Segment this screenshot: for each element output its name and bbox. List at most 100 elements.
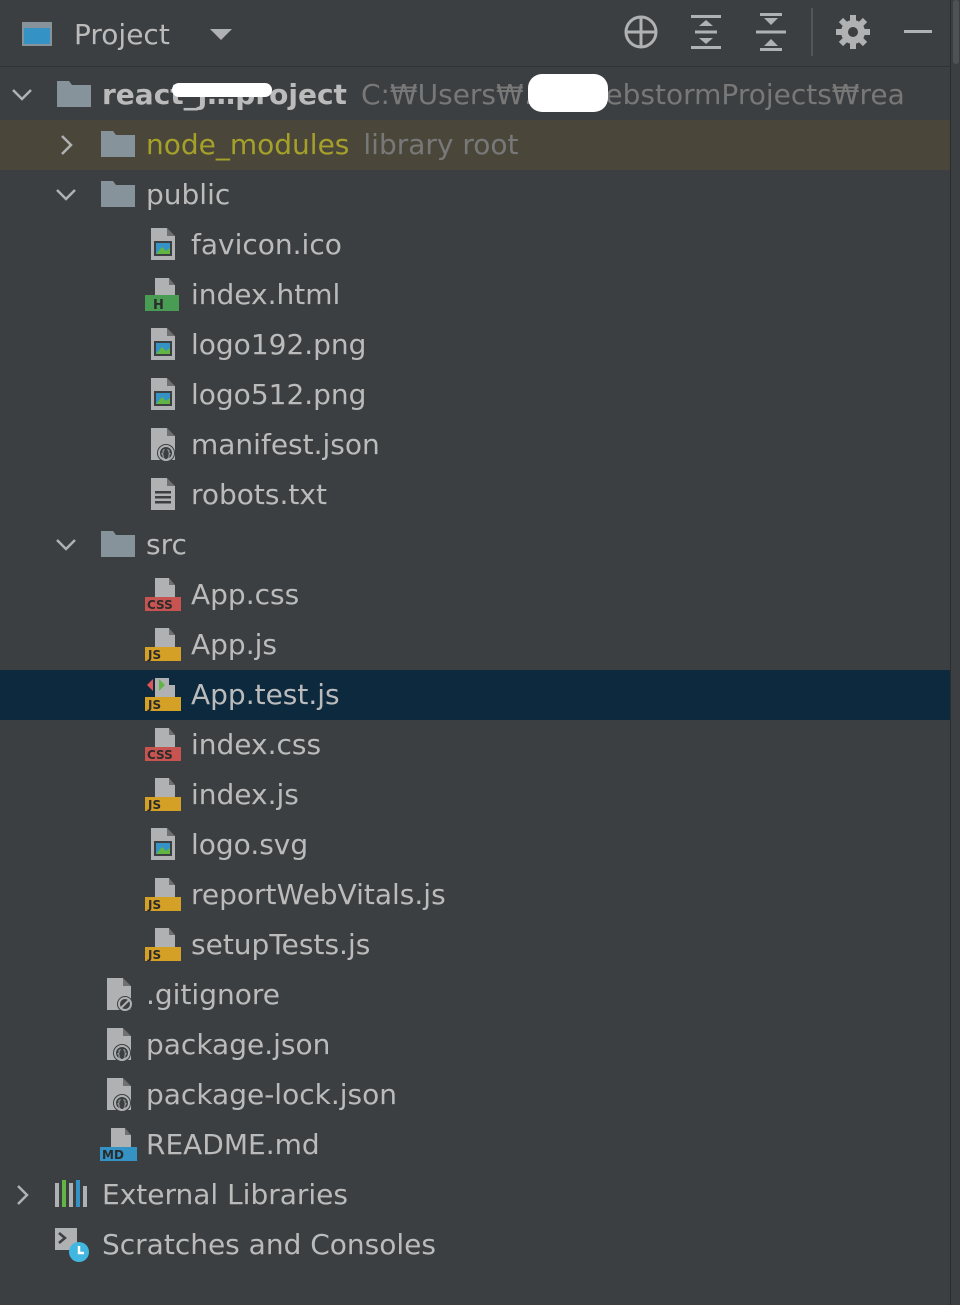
scratches-icon — [53, 1227, 91, 1263]
tree-row-file[interactable]: logo.svg — [0, 820, 950, 870]
scrollbar-thumb[interactable] — [953, 0, 959, 64]
tree-row-src[interactable]: src — [0, 520, 950, 570]
file-label: logo.svg — [191, 828, 309, 861]
tree-row-file[interactable]: MD README.md — [0, 1120, 950, 1170]
file-label: logo192.png — [191, 328, 367, 361]
project-view-selector[interactable]: Project — [22, 14, 232, 54]
json-file-icon — [99, 1077, 137, 1113]
gear-icon[interactable] — [831, 10, 875, 54]
folder-label: src — [146, 528, 187, 561]
file-label: package.json — [146, 1028, 331, 1061]
file-label: App.css — [191, 578, 300, 611]
folder-icon — [99, 127, 137, 163]
js-file-icon: JS — [145, 627, 181, 662]
scratches-label: Scratches and Consoles — [102, 1228, 436, 1261]
markdown-file-icon: MD — [100, 1127, 137, 1162]
expand-all-icon[interactable] — [684, 10, 728, 54]
tool-window-title: Project — [74, 17, 170, 51]
image-file-icon — [143, 377, 181, 413]
folder-icon — [55, 77, 93, 113]
js-file-icon: JS — [145, 927, 181, 962]
file-label: reportWebVitals.js — [191, 878, 446, 911]
file-label: App.test.js — [191, 678, 340, 711]
html-file-icon: H — [145, 277, 179, 313]
file-label: index.css — [191, 728, 322, 761]
js-badge-text: JS — [147, 948, 161, 962]
tree-row-file[interactable]: robots.txt — [0, 470, 950, 520]
tree-row-file[interactable]: package.json — [0, 1020, 950, 1070]
collapse-all-icon[interactable] — [749, 10, 793, 54]
tree-row-public[interactable]: public — [0, 170, 950, 220]
file-label: manifest.json — [191, 428, 380, 461]
project-tool-window-header: Project — [0, 0, 950, 67]
tree-row-project-root[interactable]: react_j…projectC:₩Users₩…₩WebstormProjec… — [0, 70, 950, 120]
chevron-down-icon[interactable] — [8, 81, 36, 109]
tree-row-file[interactable]: .gitignore — [0, 970, 950, 1020]
library-root-tag: library root — [363, 128, 519, 161]
file-label: App.js — [191, 628, 277, 661]
css-file-icon: CSS — [145, 727, 181, 762]
toolbar-separator — [811, 8, 813, 56]
redaction-mark — [172, 83, 272, 97]
css-badge-text: CSS — [147, 748, 173, 762]
chevron-down-icon[interactable] — [52, 531, 80, 559]
tree-row-file[interactable]: package-lock.json — [0, 1070, 950, 1120]
project-root-path: C:₩Users₩…₩WebstormProjects₩rea — [360, 78, 905, 111]
minimize-icon[interactable] — [896, 10, 940, 54]
tree-row-file[interactable]: JS setupTests.js — [0, 920, 950, 970]
tree-row-file[interactable]: logo192.png — [0, 320, 950, 370]
image-file-icon — [143, 327, 181, 363]
node-modules-label: node_modules library root — [146, 127, 519, 163]
window-icon — [22, 22, 52, 46]
tree-row-file[interactable]: CSS index.css — [0, 720, 950, 770]
json-file-icon — [143, 427, 181, 463]
tree-row-file[interactable]: favicon.ico — [0, 220, 950, 270]
html-badge-text: H — [153, 298, 164, 313]
tree-row-scratches[interactable]: Scratches and Consoles — [0, 1220, 950, 1270]
tree-row-file-selected[interactable]: JS App.test.js — [0, 670, 950, 720]
tree-row-node-modules[interactable]: node_modules library root — [0, 120, 950, 170]
js-badge-text: JS — [147, 898, 161, 912]
tree-row-file[interactable]: JS index.js — [0, 770, 950, 820]
external-libraries-label: External Libraries — [102, 1178, 348, 1211]
file-label: robots.txt — [191, 478, 327, 511]
vertical-scrollbar[interactable] — [950, 0, 960, 1305]
file-label: favicon.ico — [191, 228, 342, 261]
text-file-icon — [143, 477, 181, 513]
project-tree: react_j…projectC:₩Users₩…₩WebstormProjec… — [0, 70, 950, 1270]
tree-row-external-libraries[interactable]: External Libraries — [0, 1170, 950, 1220]
dropdown-caret-icon[interactable] — [209, 28, 232, 40]
js-file-icon: JS — [145, 777, 181, 812]
image-file-icon — [143, 227, 181, 263]
chevron-right-icon[interactable] — [52, 131, 80, 159]
file-label: logo512.png — [191, 378, 367, 411]
tree-row-file[interactable]: logo512.png — [0, 370, 950, 420]
folder-icon — [99, 527, 137, 563]
tree-row-file[interactable]: CSS App.css — [0, 570, 950, 620]
libraries-icon — [53, 1177, 91, 1213]
js-badge-text: JS — [147, 798, 161, 812]
file-label: package-lock.json — [146, 1078, 397, 1111]
css-badge-text: CSS — [147, 598, 173, 612]
tree-row-file[interactable]: H index.html — [0, 270, 950, 320]
js-file-icon: JS — [145, 877, 181, 912]
js-badge-text: JS — [147, 648, 161, 662]
js-test-file-icon: JS — [145, 678, 181, 712]
md-badge-text: MD — [102, 1148, 124, 1162]
folder-icon — [99, 177, 137, 213]
json-file-icon — [99, 1027, 137, 1063]
tree-row-file[interactable]: JS reportWebVitals.js — [0, 870, 950, 920]
gitignore-file-icon — [99, 977, 137, 1013]
file-label: index.html — [191, 278, 341, 311]
tree-row-file[interactable]: JS App.js — [0, 620, 950, 670]
redaction-mark — [528, 74, 608, 112]
tree-row-file[interactable]: manifest.json — [0, 420, 950, 470]
css-file-icon: CSS — [145, 577, 181, 612]
js-badge-text: JS — [147, 698, 161, 712]
chevron-right-icon[interactable] — [8, 1181, 36, 1209]
file-label: .gitignore — [146, 978, 280, 1011]
chevron-down-icon[interactable] — [52, 181, 80, 209]
folder-label: public — [146, 178, 231, 211]
locate-icon[interactable] — [619, 10, 663, 54]
file-label: README.md — [146, 1128, 320, 1161]
